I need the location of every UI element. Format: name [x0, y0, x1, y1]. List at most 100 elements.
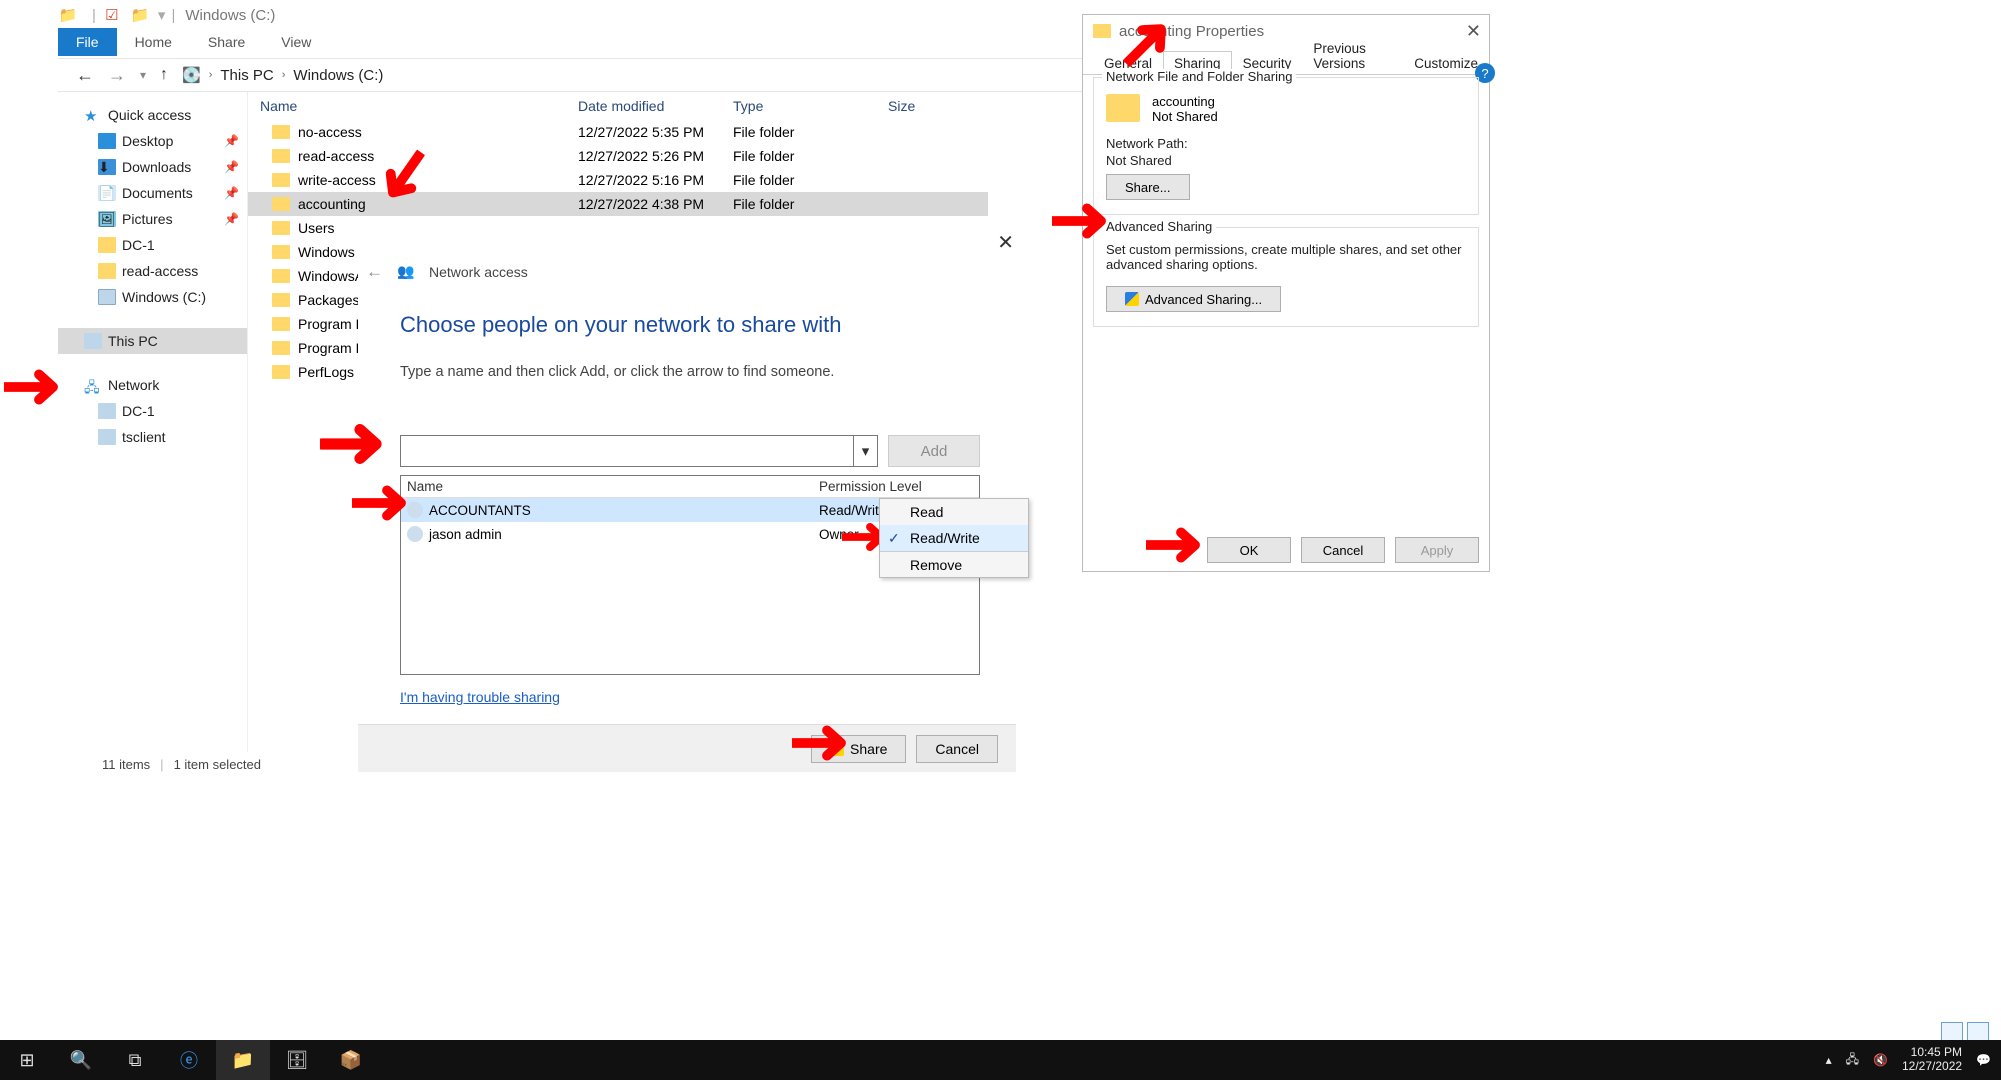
- user-icon: [407, 526, 423, 542]
- properties-dialog: accounting Properties ✕ General Sharing …: [1082, 14, 1490, 572]
- nav-back-button[interactable]: ←: [76, 65, 94, 86]
- share-folder-name: accounting: [1152, 94, 1218, 109]
- taskbar-server-manager[interactable]: 🗄: [270, 1040, 324, 1080]
- status-items: 11 items: [102, 757, 150, 772]
- address-bar[interactable]: 💽 › This PC › Windows (C:): [182, 66, 383, 84]
- taskbar: ⊞ 🔍 ⧉ ⓔ 📁 🗄 📦 ▴ 🖧 🔇 10:45 PM 12/27/2022 …: [0, 1040, 2001, 1080]
- sidebar-read-access[interactable]: read-access: [58, 258, 247, 284]
- sidebar-cdrive[interactable]: Windows (C:): [58, 284, 247, 310]
- sidebar-network-dc1[interactable]: DC-1: [58, 398, 247, 424]
- sidebar-quick-access[interactable]: ★Quick access: [58, 102, 247, 128]
- tray-clock[interactable]: 10:45 PM 12/27/2022: [1902, 1046, 1962, 1074]
- check-icon: ✓: [888, 530, 900, 547]
- properties-close-button[interactable]: ✕: [1466, 21, 1481, 42]
- trouble-sharing-link[interactable]: I'm having trouble sharing: [400, 689, 560, 705]
- network-access-icon: 👥: [397, 263, 415, 281]
- nav-up-button[interactable]: ↑: [160, 66, 168, 84]
- taskbar-app4[interactable]: 📦: [324, 1040, 378, 1080]
- add-button[interactable]: Add: [888, 435, 980, 467]
- properties-apply-button[interactable]: Apply: [1395, 537, 1479, 563]
- window-title: Windows (C:): [185, 7, 275, 24]
- folder-icon: [272, 149, 290, 163]
- share-name-input[interactable]: [400, 435, 854, 467]
- folder-icon: [272, 293, 290, 307]
- taskbar-explorer[interactable]: 📁: [216, 1040, 270, 1080]
- file-row[interactable]: accounting12/27/2022 4:38 PMFile folder: [248, 192, 988, 216]
- col-permission[interactable]: Permission Level: [819, 479, 979, 494]
- ribbon-tab-share[interactable]: Share: [190, 28, 263, 56]
- file-row[interactable]: no-access12/27/2022 5:35 PMFile folder: [248, 120, 988, 144]
- ribbon: File Home Share View: [58, 28, 329, 56]
- network-access-wizard: ✕ ← 👥 Network access Choose people on yo…: [358, 222, 1016, 772]
- wizard-back-button[interactable]: ←: [366, 262, 383, 282]
- advanced-sharing-button[interactable]: Advanced Sharing...: [1106, 286, 1281, 312]
- folder-icon: [272, 125, 290, 139]
- ribbon-tab-home[interactable]: Home: [117, 28, 190, 56]
- wizard-title: Network access: [429, 264, 528, 280]
- column-headers[interactable]: Name Date modified Type Size: [248, 92, 988, 120]
- qat-properties-icon[interactable]: ☑: [102, 5, 122, 25]
- start-button[interactable]: ⊞: [0, 1040, 54, 1080]
- col-type[interactable]: Type: [733, 98, 888, 114]
- ribbon-tab-file[interactable]: File: [58, 28, 117, 56]
- permission-menu: Read ✓Read/Write Remove: [879, 498, 1029, 578]
- advanced-sharing-group: Advanced Sharing Set custom permissions,…: [1093, 227, 1479, 327]
- col-date[interactable]: Date modified: [578, 98, 733, 114]
- sidebar-desktop[interactable]: Desktop📌: [58, 128, 247, 154]
- wizard-heading: Choose people on your network to share w…: [400, 312, 980, 338]
- folder-icon: [272, 341, 290, 355]
- network-path-label: Network Path:: [1106, 136, 1466, 151]
- pin-icon: 📌: [224, 186, 239, 200]
- sidebar-documents[interactable]: 📄Documents📌: [58, 180, 247, 206]
- share-button[interactable]: Share...: [1106, 174, 1190, 200]
- tray-volume-icon[interactable]: 🔇: [1873, 1053, 1888, 1067]
- folder-icon: [272, 365, 290, 379]
- wizard-subtext: Type a name and then click Add, or click…: [400, 364, 980, 380]
- perm-menu-remove[interactable]: Remove: [880, 551, 1028, 577]
- nav-history-dropdown[interactable]: ▾: [140, 68, 146, 82]
- explorer-sidebar: ★Quick access Desktop📌 ⬇Downloads📌 📄Docu…: [58, 92, 248, 752]
- properties-cancel-button[interactable]: Cancel: [1301, 537, 1385, 563]
- wizard-cancel-button[interactable]: Cancel: [916, 735, 998, 763]
- sidebar-network-tsclient[interactable]: tsclient: [58, 424, 247, 450]
- tray-notifications-icon[interactable]: 💬: [1976, 1053, 1991, 1067]
- col-people-name[interactable]: Name: [401, 479, 819, 494]
- wizard-close-button[interactable]: ✕: [997, 230, 1014, 255]
- view-details-button[interactable]: [1941, 1022, 1963, 1042]
- tray-network-icon[interactable]: 🖧: [1846, 1050, 1859, 1071]
- file-row[interactable]: read-access12/27/2022 5:26 PMFile folder: [248, 144, 988, 168]
- wizard-share-button[interactable]: Share: [811, 735, 906, 763]
- share-folder-status: Not Shared: [1152, 109, 1218, 124]
- advanced-sharing-text: Set custom permissions, create multiple …: [1106, 242, 1466, 272]
- properties-ok-button[interactable]: OK: [1207, 537, 1291, 563]
- sidebar-downloads[interactable]: ⬇Downloads📌: [58, 154, 247, 180]
- file-row[interactable]: write-access12/27/2022 5:16 PMFile folde…: [248, 168, 988, 192]
- sidebar-thispc[interactable]: This PC: [58, 328, 247, 354]
- sidebar-pictures[interactable]: 🖼Pictures📌: [58, 206, 247, 232]
- breadcrumb-drive[interactable]: Windows (C:): [293, 67, 383, 84]
- folder-icon: [272, 221, 290, 235]
- network-sharing-group: Network File and Folder Sharing accounti…: [1093, 77, 1479, 215]
- shield-icon: [1125, 292, 1139, 306]
- sidebar-dc1[interactable]: DC-1: [58, 232, 247, 258]
- status-selected: 1 item selected: [174, 757, 261, 772]
- task-view-button[interactable]: ⧉: [108, 1040, 162, 1080]
- breadcrumb-thispc[interactable]: This PC: [220, 67, 273, 84]
- col-size[interactable]: Size: [888, 98, 988, 114]
- tab-previous-versions[interactable]: Previous Versions: [1302, 36, 1403, 75]
- perm-menu-read[interactable]: Read: [880, 499, 1028, 525]
- people-list: Name Permission Level ACCOUNTANTS Read/W…: [400, 475, 980, 675]
- tray-up-icon[interactable]: ▴: [1826, 1053, 1832, 1067]
- folder-icon: [272, 245, 290, 259]
- view-icons-button[interactable]: [1967, 1022, 1989, 1042]
- taskbar-ie[interactable]: ⓔ: [162, 1040, 216, 1080]
- nav-forward-button[interactable]: →: [108, 65, 126, 86]
- qat-folder-icon[interactable]: 📁: [130, 5, 150, 25]
- pin-icon: 📌: [224, 134, 239, 148]
- taskbar-search[interactable]: 🔍: [54, 1040, 108, 1080]
- perm-menu-readwrite[interactable]: ✓Read/Write: [880, 525, 1028, 551]
- sidebar-network[interactable]: 🖧Network: [58, 372, 247, 398]
- share-name-dropdown[interactable]: ▾: [854, 435, 878, 467]
- col-name[interactable]: Name: [248, 98, 578, 114]
- ribbon-tab-view[interactable]: View: [263, 28, 329, 56]
